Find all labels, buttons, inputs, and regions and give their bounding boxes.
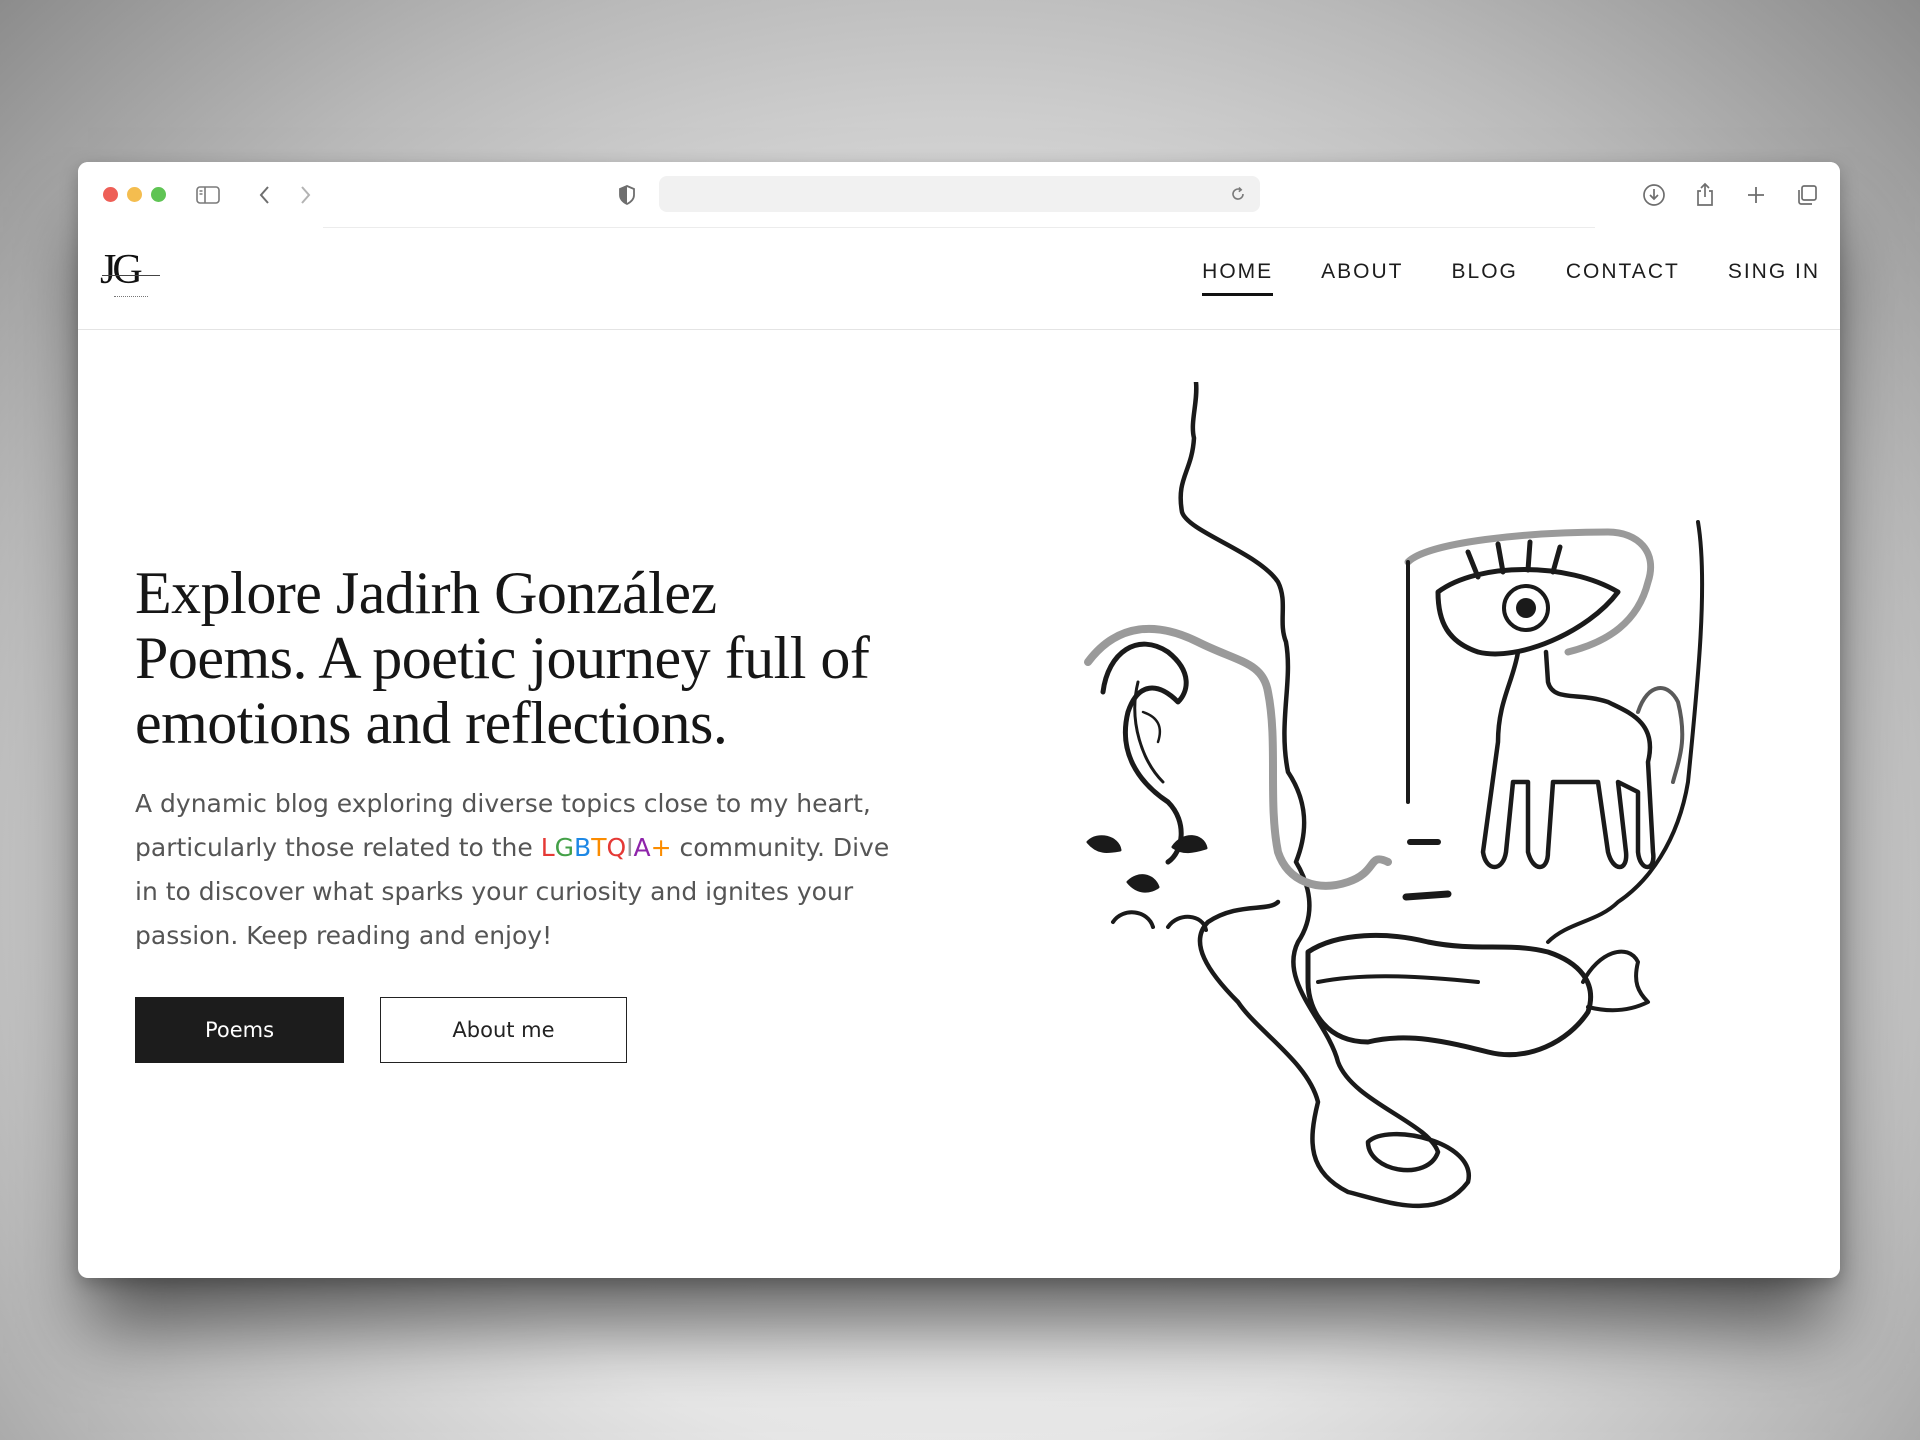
share-icon[interactable] (1690, 180, 1720, 210)
hero-title: Explore Jadirh González Poems. A poetic … (135, 560, 870, 756)
lgbtqia-highlight: LGBTQIA+ (541, 833, 672, 862)
hero-section: Explore Jadirh González Poems. A poetic … (135, 561, 895, 958)
highlight-letter: L (540, 833, 555, 862)
highlight-letter: + (650, 833, 672, 862)
site-logo[interactable]: JG (100, 246, 160, 302)
highlight-letter: G (554, 833, 575, 862)
maximize-window-button[interactable] (151, 187, 166, 202)
address-bar[interactable] (659, 176, 1260, 212)
nav-blog[interactable]: BLOG (1452, 260, 1518, 296)
highlight-letter: A (633, 833, 651, 862)
logo-text: JG (100, 247, 143, 293)
highlight-letter: I (626, 833, 634, 862)
new-tab-icon[interactable] (1741, 180, 1771, 210)
back-icon[interactable] (250, 180, 280, 210)
sidebar-icon[interactable] (193, 180, 223, 210)
highlight-letter: T (591, 833, 607, 862)
logo-dots (114, 296, 148, 299)
nav-home[interactable]: HOME (1202, 260, 1274, 296)
download-icon[interactable] (1639, 180, 1669, 210)
reload-icon[interactable] (1224, 180, 1252, 208)
shield-icon[interactable] (612, 180, 642, 210)
nav-contact[interactable]: CONTACT (1566, 260, 1680, 296)
logo-rule (102, 275, 160, 276)
forward-icon[interactable] (290, 180, 320, 210)
close-window-button[interactable] (103, 187, 118, 202)
nav-sign-in[interactable]: SING IN (1728, 260, 1820, 296)
highlight-letter: Q (606, 833, 627, 862)
site-header: JG HOME ABOUT BLOG CONTACT SING IN (78, 228, 1840, 330)
poems-button[interactable]: Poems (135, 997, 344, 1063)
tabs-overview-icon[interactable] (1792, 180, 1822, 210)
nav-about[interactable]: ABOUT (1321, 260, 1403, 296)
about-me-button[interactable]: About me (380, 997, 627, 1063)
minimize-window-button[interactable] (127, 187, 142, 202)
highlight-letter: B (574, 833, 592, 862)
browser-toolbar (78, 162, 1840, 228)
main-nav: HOME ABOUT BLOG CONTACT SING IN (1202, 260, 1820, 296)
browser-window: JG HOME ABOUT BLOG CONTACT SING IN Explo… (78, 162, 1840, 1278)
line-art-illustration (1084, 382, 1705, 1209)
hero-description: A dynamic blog exploring diverse topics … (135, 782, 895, 958)
